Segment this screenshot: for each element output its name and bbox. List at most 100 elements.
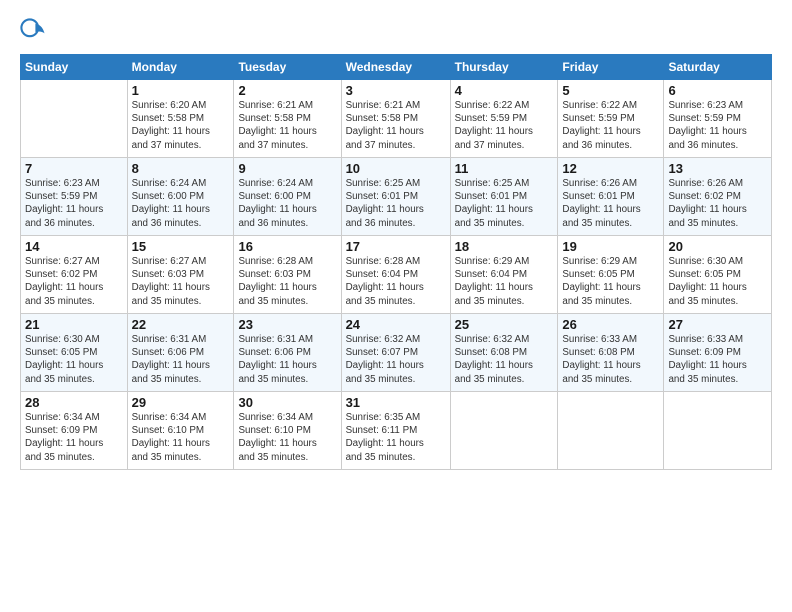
day-number: 15 xyxy=(132,239,230,254)
day-number: 5 xyxy=(562,83,659,98)
calendar-cell: 18Sunrise: 6:29 AMSunset: 6:04 PMDayligh… xyxy=(450,236,558,314)
day-info: Sunrise: 6:27 AMSunset: 6:03 PMDaylight:… xyxy=(132,255,230,308)
calendar-cell: 16Sunrise: 6:28 AMSunset: 6:03 PMDayligh… xyxy=(234,236,341,314)
week-row-1: 1Sunrise: 6:20 AMSunset: 5:58 PMDaylight… xyxy=(21,80,772,158)
day-info: Sunrise: 6:26 AMSunset: 6:01 PMDaylight:… xyxy=(562,177,659,230)
calendar-cell: 7Sunrise: 6:23 AMSunset: 5:59 PMDaylight… xyxy=(21,158,128,236)
day-info: Sunrise: 6:23 AMSunset: 5:59 PMDaylight:… xyxy=(668,99,767,152)
calendar-cell: 10Sunrise: 6:25 AMSunset: 6:01 PMDayligh… xyxy=(341,158,450,236)
day-info: Sunrise: 6:21 AMSunset: 5:58 PMDaylight:… xyxy=(238,99,336,152)
header-cell-friday: Friday xyxy=(558,55,664,80)
day-info: Sunrise: 6:35 AMSunset: 6:11 PMDaylight:… xyxy=(346,411,446,464)
calendar-cell: 19Sunrise: 6:29 AMSunset: 6:05 PMDayligh… xyxy=(558,236,664,314)
calendar-cell: 30Sunrise: 6:34 AMSunset: 6:10 PMDayligh… xyxy=(234,392,341,470)
day-number: 19 xyxy=(562,239,659,254)
day-info: Sunrise: 6:24 AMSunset: 6:00 PMDaylight:… xyxy=(132,177,230,230)
calendar-cell xyxy=(21,80,128,158)
day-number: 31 xyxy=(346,395,446,410)
day-number: 9 xyxy=(238,161,336,176)
day-number: 24 xyxy=(346,317,446,332)
header-cell-tuesday: Tuesday xyxy=(234,55,341,80)
calendar-cell: 31Sunrise: 6:35 AMSunset: 6:11 PMDayligh… xyxy=(341,392,450,470)
calendar-cell: 25Sunrise: 6:32 AMSunset: 6:08 PMDayligh… xyxy=(450,314,558,392)
day-info: Sunrise: 6:31 AMSunset: 6:06 PMDaylight:… xyxy=(238,333,336,386)
day-info: Sunrise: 6:20 AMSunset: 5:58 PMDaylight:… xyxy=(132,99,230,152)
calendar-cell: 8Sunrise: 6:24 AMSunset: 6:00 PMDaylight… xyxy=(127,158,234,236)
day-info: Sunrise: 6:27 AMSunset: 6:02 PMDaylight:… xyxy=(25,255,123,308)
header-cell-monday: Monday xyxy=(127,55,234,80)
logo-icon xyxy=(20,18,48,46)
header-cell-saturday: Saturday xyxy=(664,55,772,80)
day-info: Sunrise: 6:24 AMSunset: 6:00 PMDaylight:… xyxy=(238,177,336,230)
day-info: Sunrise: 6:29 AMSunset: 6:04 PMDaylight:… xyxy=(455,255,554,308)
day-info: Sunrise: 6:32 AMSunset: 6:07 PMDaylight:… xyxy=(346,333,446,386)
calendar-cell: 23Sunrise: 6:31 AMSunset: 6:06 PMDayligh… xyxy=(234,314,341,392)
calendar-cell xyxy=(450,392,558,470)
calendar-cell: 13Sunrise: 6:26 AMSunset: 6:02 PMDayligh… xyxy=(664,158,772,236)
day-number: 26 xyxy=(562,317,659,332)
day-number: 20 xyxy=(668,239,767,254)
day-info: Sunrise: 6:33 AMSunset: 6:08 PMDaylight:… xyxy=(562,333,659,386)
day-info: Sunrise: 6:34 AMSunset: 6:10 PMDaylight:… xyxy=(238,411,336,464)
day-number: 11 xyxy=(455,161,554,176)
day-info: Sunrise: 6:34 AMSunset: 6:09 PMDaylight:… xyxy=(25,411,123,464)
day-info: Sunrise: 6:22 AMSunset: 5:59 PMDaylight:… xyxy=(562,99,659,152)
day-number: 25 xyxy=(455,317,554,332)
day-number: 30 xyxy=(238,395,336,410)
day-number: 14 xyxy=(25,239,123,254)
calendar-cell: 20Sunrise: 6:30 AMSunset: 6:05 PMDayligh… xyxy=(664,236,772,314)
day-info: Sunrise: 6:30 AMSunset: 6:05 PMDaylight:… xyxy=(668,255,767,308)
day-info: Sunrise: 6:28 AMSunset: 6:03 PMDaylight:… xyxy=(238,255,336,308)
calendar-cell: 9Sunrise: 6:24 AMSunset: 6:00 PMDaylight… xyxy=(234,158,341,236)
header-cell-wednesday: Wednesday xyxy=(341,55,450,80)
calendar-cell xyxy=(664,392,772,470)
day-info: Sunrise: 6:25 AMSunset: 6:01 PMDaylight:… xyxy=(455,177,554,230)
header-cell-sunday: Sunday xyxy=(21,55,128,80)
day-info: Sunrise: 6:28 AMSunset: 6:04 PMDaylight:… xyxy=(346,255,446,308)
day-info: Sunrise: 6:23 AMSunset: 5:59 PMDaylight:… xyxy=(25,177,123,230)
calendar-cell: 29Sunrise: 6:34 AMSunset: 6:10 PMDayligh… xyxy=(127,392,234,470)
calendar-cell: 15Sunrise: 6:27 AMSunset: 6:03 PMDayligh… xyxy=(127,236,234,314)
week-row-5: 28Sunrise: 6:34 AMSunset: 6:09 PMDayligh… xyxy=(21,392,772,470)
calendar-cell: 17Sunrise: 6:28 AMSunset: 6:04 PMDayligh… xyxy=(341,236,450,314)
week-row-4: 21Sunrise: 6:30 AMSunset: 6:05 PMDayligh… xyxy=(21,314,772,392)
calendar-cell: 24Sunrise: 6:32 AMSunset: 6:07 PMDayligh… xyxy=(341,314,450,392)
calendar-cell: 2Sunrise: 6:21 AMSunset: 5:58 PMDaylight… xyxy=(234,80,341,158)
day-info: Sunrise: 6:32 AMSunset: 6:08 PMDaylight:… xyxy=(455,333,554,386)
calendar-cell: 12Sunrise: 6:26 AMSunset: 6:01 PMDayligh… xyxy=(558,158,664,236)
day-number: 1 xyxy=(132,83,230,98)
calendar-page: SundayMondayTuesdayWednesdayThursdayFrid… xyxy=(0,0,792,612)
day-info: Sunrise: 6:26 AMSunset: 6:02 PMDaylight:… xyxy=(668,177,767,230)
day-number: 8 xyxy=(132,161,230,176)
header xyxy=(20,18,772,46)
day-number: 29 xyxy=(132,395,230,410)
day-number: 7 xyxy=(25,161,123,176)
day-number: 6 xyxy=(668,83,767,98)
calendar-body: 1Sunrise: 6:20 AMSunset: 5:58 PMDaylight… xyxy=(21,80,772,470)
day-info: Sunrise: 6:25 AMSunset: 6:01 PMDaylight:… xyxy=(346,177,446,230)
day-number: 28 xyxy=(25,395,123,410)
day-number: 12 xyxy=(562,161,659,176)
calendar-cell: 3Sunrise: 6:21 AMSunset: 5:58 PMDaylight… xyxy=(341,80,450,158)
calendar-cell: 28Sunrise: 6:34 AMSunset: 6:09 PMDayligh… xyxy=(21,392,128,470)
day-number: 21 xyxy=(25,317,123,332)
day-info: Sunrise: 6:21 AMSunset: 5:58 PMDaylight:… xyxy=(346,99,446,152)
week-row-2: 7Sunrise: 6:23 AMSunset: 5:59 PMDaylight… xyxy=(21,158,772,236)
day-number: 10 xyxy=(346,161,446,176)
day-number: 13 xyxy=(668,161,767,176)
calendar-cell: 11Sunrise: 6:25 AMSunset: 6:01 PMDayligh… xyxy=(450,158,558,236)
calendar-cell: 27Sunrise: 6:33 AMSunset: 6:09 PMDayligh… xyxy=(664,314,772,392)
day-number: 23 xyxy=(238,317,336,332)
logo xyxy=(20,18,50,46)
day-info: Sunrise: 6:31 AMSunset: 6:06 PMDaylight:… xyxy=(132,333,230,386)
day-info: Sunrise: 6:22 AMSunset: 5:59 PMDaylight:… xyxy=(455,99,554,152)
header-row: SundayMondayTuesdayWednesdayThursdayFrid… xyxy=(21,55,772,80)
day-number: 27 xyxy=(668,317,767,332)
day-number: 22 xyxy=(132,317,230,332)
day-info: Sunrise: 6:30 AMSunset: 6:05 PMDaylight:… xyxy=(25,333,123,386)
day-info: Sunrise: 6:34 AMSunset: 6:10 PMDaylight:… xyxy=(132,411,230,464)
calendar-cell: 14Sunrise: 6:27 AMSunset: 6:02 PMDayligh… xyxy=(21,236,128,314)
day-number: 18 xyxy=(455,239,554,254)
day-number: 4 xyxy=(455,83,554,98)
day-number: 16 xyxy=(238,239,336,254)
